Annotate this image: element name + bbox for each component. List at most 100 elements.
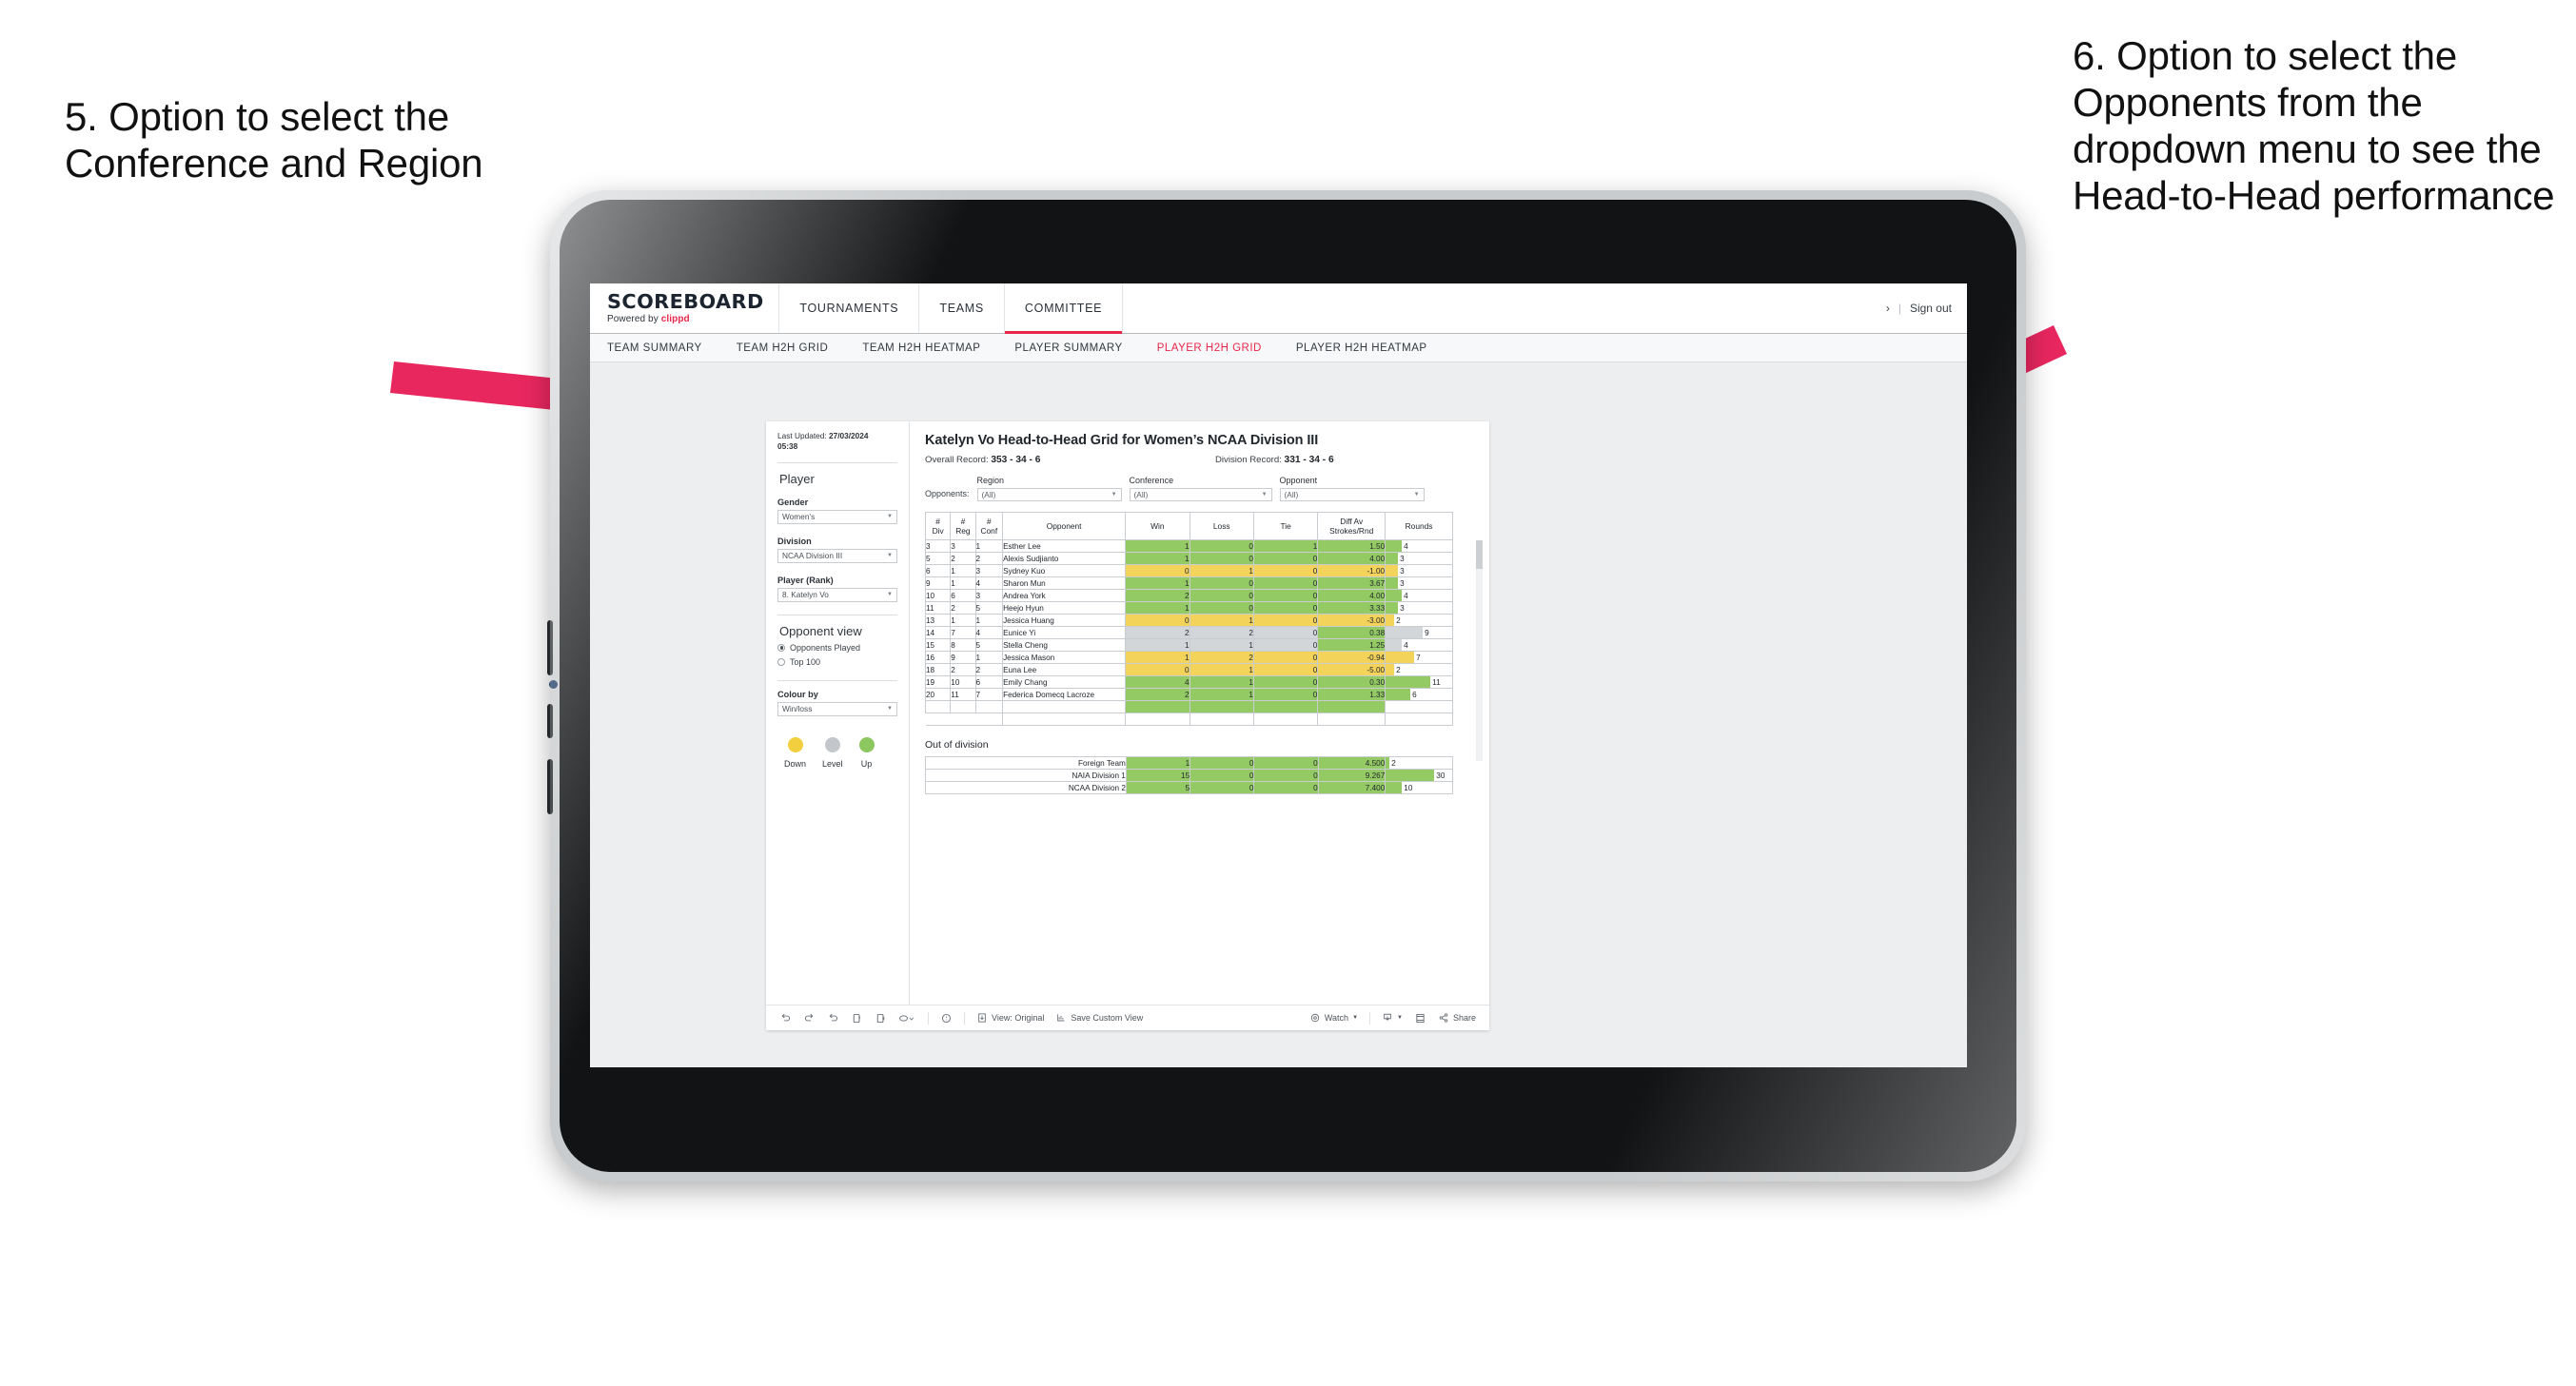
division-select[interactable]: NCAA Division III ▼ xyxy=(777,548,897,563)
player-section-heading: Player xyxy=(779,471,815,486)
cell-opponent: Eunice Yi xyxy=(1002,626,1127,639)
revert-icon[interactable] xyxy=(827,1012,839,1025)
col-header-reg[interactable]: # Reg xyxy=(950,512,976,540)
legend-dot-down-icon xyxy=(787,736,803,752)
pause-icon[interactable] xyxy=(875,1012,887,1025)
tab-team-h2h-heatmap[interactable]: TEAM H2H HEATMAP xyxy=(862,342,980,354)
table-row[interactable]: 6 1 3 Sydney Kuo 0 1 0 -1.00 3 xyxy=(924,564,1453,577)
region-filter-select[interactable]: (All) ▼ xyxy=(976,488,1122,501)
table-padding-cell xyxy=(1189,713,1254,726)
table-row[interactable]: 5 2 2 Alexis Sudjianto 1 0 0 4.00 3 xyxy=(924,552,1453,565)
table-row[interactable]: 16 9 1 Jessica Mason 1 2 0 -0.94 7 xyxy=(924,651,1453,664)
grid-vertical-scrollbar[interactable] xyxy=(1476,540,1483,761)
col-header-div[interactable]: # Div xyxy=(924,512,952,540)
tablet-device-frame: SCOREBOARD Powered by clippd TOURNAMENTS… xyxy=(547,190,2026,1181)
help-icon[interactable] xyxy=(940,1012,953,1025)
conference-filter-value: (All) xyxy=(1133,490,1149,499)
table-cell-partial xyxy=(1385,700,1453,713)
conference-filter-select[interactable]: (All) ▼ xyxy=(1129,488,1272,501)
cell-tie: 0 xyxy=(1253,769,1319,782)
grid-scrollbar-thumb[interactable] xyxy=(1476,540,1483,569)
table-padding-cell xyxy=(950,713,976,726)
nav-item-teams[interactable]: TEAMS xyxy=(919,283,1005,333)
opponent-filter-select[interactable]: (All) ▼ xyxy=(1279,488,1425,501)
cell-rounds: 3 xyxy=(1385,601,1453,615)
out-of-division-row[interactable]: NAIA Division 1 15 0 0 9.267 30 xyxy=(925,769,1453,782)
colour-by-select[interactable]: Win/loss ▼ xyxy=(777,701,897,716)
watch-button[interactable]: Watch ▼ xyxy=(1309,1012,1358,1024)
radio-top-100[interactable]: Top 100 xyxy=(777,657,897,667)
table-row[interactable]: 3 3 1 Esther Lee 1 0 1 1.50 4 xyxy=(924,539,1453,553)
nav-item-committee[interactable]: COMMITTEE xyxy=(1004,283,1124,334)
table-row[interactable]: 19 10 6 Emily Chang 4 1 0 0.30 11 xyxy=(924,675,1453,689)
rounds-bar xyxy=(1386,689,1411,700)
opponent-view-heading: Opponent view xyxy=(779,623,862,638)
col-header-loss[interactable]: Loss xyxy=(1189,512,1254,540)
download-button[interactable]: ▼ xyxy=(1382,1012,1403,1024)
radio-opponents-played[interactable]: Opponents Played xyxy=(777,643,897,653)
table-row[interactable]: 9 1 4 Sharon Mun 1 0 0 3.67 3 xyxy=(924,576,1453,590)
cell-rounds: 2 xyxy=(1385,663,1453,676)
player-rank-select[interactable]: 8. Katelyn Vo ▼ xyxy=(777,587,897,602)
fullscreen-icon[interactable] xyxy=(1414,1012,1426,1025)
last-updated-label: Last Updated: xyxy=(777,431,827,440)
tab-player-h2h-grid[interactable]: PLAYER H2H GRID xyxy=(1157,342,1262,354)
legend-up: Up xyxy=(858,736,875,769)
rounds-bar xyxy=(1386,770,1435,781)
cell-div: 3 xyxy=(924,539,952,553)
col-header-win[interactable]: Win xyxy=(1125,512,1190,540)
redo-icon[interactable] xyxy=(803,1012,816,1025)
table-row[interactable]: 20 11 7 Federica Domecq Lacroze 2 1 0 1.33 6 xyxy=(924,688,1453,701)
cell-diff: -5.00 xyxy=(1317,663,1386,676)
col-header-conf[interactable]: # Conf xyxy=(974,512,1004,540)
cell-loss: 1 xyxy=(1189,564,1254,577)
cell-div: 20 xyxy=(924,688,952,701)
cell-tie: 0 xyxy=(1252,651,1319,664)
share-button[interactable]: Share xyxy=(1438,1012,1476,1024)
table-row[interactable]: 10 6 3 Andrea York 2 0 0 4.00 4 xyxy=(924,589,1453,602)
colour-legend: Down Level Up xyxy=(784,736,897,769)
tab-player-summary[interactable]: PLAYER SUMMARY xyxy=(1014,342,1122,354)
out-of-division-row[interactable]: NCAA Division 2 5 0 0 7.400 10 xyxy=(925,781,1453,794)
rounds-value: 2 xyxy=(1396,615,1401,625)
cell-tie: 0 xyxy=(1253,756,1319,770)
cell-loss: 0 xyxy=(1189,539,1254,553)
table-row[interactable]: 11 2 5 Heejo Hyun 1 0 0 3.33 3 xyxy=(924,601,1453,615)
refresh-icon[interactable] xyxy=(851,1012,863,1025)
cell-div: 18 xyxy=(924,663,952,676)
filter-sidebar: Last Updated: 27/03/2024 05:38 Player Ge… xyxy=(766,421,910,1005)
cell-opponent: Esther Lee xyxy=(1002,539,1127,553)
rounds-bar xyxy=(1386,565,1399,576)
table-row[interactable]: 14 7 4 Eunice Yi 2 2 0 0.38 9 xyxy=(924,626,1453,639)
table-row[interactable]: 15 8 5 Stella Cheng 1 1 0 1.25 4 xyxy=(924,638,1453,652)
col-header-diff[interactable]: Diff Av Strokes/Rnd xyxy=(1317,512,1386,540)
col-header-opponent[interactable]: Opponent xyxy=(1002,512,1127,540)
tab-player-h2h-heatmap[interactable]: PLAYER H2H HEATMAP xyxy=(1296,342,1427,354)
tab-team-h2h-grid[interactable]: TEAM H2H GRID xyxy=(737,342,829,354)
cell-reg: 2 xyxy=(950,552,976,565)
legend-label-down: Down xyxy=(784,758,807,769)
cell-tie: 0 xyxy=(1252,552,1319,565)
col-header-tie[interactable]: Tie xyxy=(1252,512,1319,540)
chevron-right-icon[interactable]: › xyxy=(1886,302,1890,315)
gender-select[interactable]: Women’s ▼ xyxy=(777,509,897,524)
cell-tie: 0 xyxy=(1252,601,1319,615)
view-original-button[interactable]: View: Original xyxy=(976,1012,1044,1024)
col-header-rounds[interactable]: Rounds xyxy=(1385,512,1453,540)
brand-logo[interactable]: SCOREBOARD Powered by clippd xyxy=(590,283,780,333)
out-of-division-row[interactable]: Foreign Team 1 0 0 4.500 2 xyxy=(925,756,1453,770)
sign-out-link[interactable]: Sign out xyxy=(1910,302,1952,315)
save-custom-view-button[interactable]: Save Custom View xyxy=(1055,1012,1143,1024)
cell-conf: 1 xyxy=(974,651,1004,664)
tab-team-summary[interactable]: TEAM SUMMARY xyxy=(607,342,702,354)
table-padding-cell xyxy=(975,713,1003,726)
player-rank-field: Player (Rank) 8. Katelyn Vo ▼ xyxy=(777,576,897,602)
divider-3 xyxy=(777,679,897,681)
cell-rounds: 9 xyxy=(1385,626,1453,639)
nav-item-tournaments[interactable]: TOURNAMENTS xyxy=(779,283,920,333)
cell-reg: 3 xyxy=(950,539,976,553)
shape-dropdown-icon[interactable] xyxy=(898,1012,916,1025)
table-row[interactable]: 18 2 2 Euna Lee 0 1 0 -5.00 2 xyxy=(924,663,1453,676)
undo-icon[interactable] xyxy=(779,1012,792,1025)
table-row[interactable]: 13 1 1 Jessica Huang 0 1 0 -3.00 2 xyxy=(924,614,1453,627)
